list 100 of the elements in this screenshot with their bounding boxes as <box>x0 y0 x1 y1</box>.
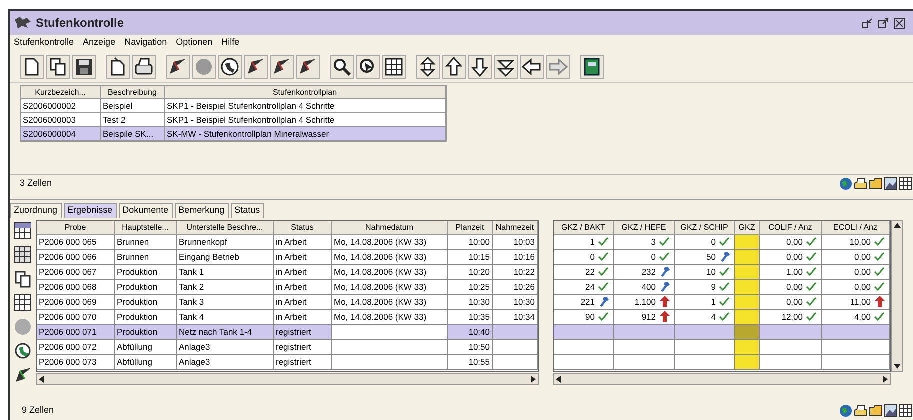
horizontal-scrollbar[interactable] <box>36 373 539 385</box>
copy-icon[interactable] <box>14 270 32 288</box>
table-row[interactable]: P2006 000 065 Brunnen Brunnenkopf in Arbeit Mo, 14.08.2006 (KW 33) 10:00 10:03 <box>37 235 538 250</box>
table-row[interactable]: S2006000002 Beispiel SKP1 - Beispiel Stufenkontrollplan 4 Schritte <box>21 99 446 113</box>
toolbar-button[interactable] <box>330 54 354 78</box>
maximize-icon[interactable] <box>878 18 889 28</box>
table-row[interactable]: 24 400 9 0,00 0,00 <box>554 280 890 295</box>
toolbar-button[interactable] <box>270 54 294 78</box>
check-icon <box>598 281 610 293</box>
table-row[interactable]: P2006 000 066 Brunnen Eingang Betrieb in Arbeit Mo, 14.08.2006 (KW 33) 10:15 10:16 <box>37 250 538 265</box>
toolbar-button[interactable] <box>416 54 440 78</box>
table-cell: in Arbeit <box>274 265 332 279</box>
column-header[interactable]: Planzeit <box>448 221 493 234</box>
scroll-right-icon[interactable] <box>531 376 536 382</box>
toolbar-button[interactable] <box>166 54 190 78</box>
table-row[interactable]: S2006000003 Test 2 SKP1 - Beispiel Stufenkontrollplan 4 Schritte <box>21 113 446 127</box>
image-icon[interactable] <box>884 404 898 418</box>
table-cell-text: 90 <box>586 311 595 324</box>
column-header[interactable]: Status <box>274 221 332 234</box>
toolbar-button[interactable] <box>106 54 130 78</box>
column-header[interactable]: Unterstelle Beschre... <box>177 221 274 234</box>
table-icon[interactable] <box>14 294 32 312</box>
toolbar-button[interactable] <box>72 54 96 78</box>
table-row[interactable]: P2006 000 072 Abfüllung Anlage3 registriert 10:50 <box>37 340 538 355</box>
tab[interactable]: Zuordnung <box>10 203 62 218</box>
toolbar-button[interactable] <box>494 54 518 78</box>
toolbar-button[interactable] <box>468 54 492 78</box>
pen-icon[interactable] <box>14 366 32 384</box>
scroll-left-icon[interactable] <box>556 376 561 382</box>
table-row[interactable] <box>554 340 890 355</box>
toolbar-button[interactable] <box>46 54 70 78</box>
table-icon[interactable] <box>14 246 32 264</box>
column-header[interactable]: GKZ / BAKT <box>554 221 614 234</box>
table-row[interactable]: P2006 000 071 Produktion Netz nach Tank 1-4 registriert 10:40 <box>37 325 538 340</box>
minimize-icon[interactable] <box>862 18 873 28</box>
close-icon[interactable] <box>894 18 905 28</box>
column-header[interactable]: Nahmezeit <box>493 221 538 234</box>
table-row[interactable]: 1 3 0 0,00 10,00 <box>554 235 890 250</box>
down-arrow-icon <box>469 56 491 78</box>
column-header[interactable]: Probe <box>37 221 115 234</box>
table-row[interactable]: P2006 000 067 Produktion Tank 1 in Arbeit Mo, 14.08.2006 (KW 33) 10:20 10:22 <box>37 265 538 280</box>
table-cell: Mo, 14.08.2006 (KW 33) <box>332 310 448 324</box>
vertical-scrollbar[interactable] <box>891 220 903 372</box>
image-icon[interactable] <box>884 176 898 190</box>
toolbar-button[interactable] <box>382 54 406 78</box>
table-cell-text: 1 <box>590 236 595 249</box>
horizontal-scrollbar[interactable] <box>553 373 891 385</box>
table-row[interactable]: 0 0 50 0,00 0,00 <box>554 250 890 265</box>
toolbar-button[interactable] <box>244 54 268 78</box>
table-icon[interactable] <box>14 222 32 240</box>
toolbar-button[interactable] <box>520 54 544 78</box>
column-header[interactable]: Hauptstelle... <box>115 221 177 234</box>
column-header[interactable]: Beschreibung <box>101 86 165 98</box>
scroll-down-icon[interactable] <box>894 364 900 369</box>
table-cell: Tank 1 <box>177 265 274 279</box>
tab[interactable]: Ergebnisse <box>64 203 117 218</box>
table-cell: Netz nach Tank 1-4 <box>177 325 274 339</box>
column-header[interactable]: GKZ / SCHIP <box>675 221 735 234</box>
table-row[interactable]: P2006 000 069 Produktion Tank 3 in Arbeit Mo, 14.08.2006 (KW 33) 10:30 10:30 <box>37 295 538 310</box>
table-cell: in Arbeit <box>274 250 332 264</box>
folder-icon[interactable] <box>869 404 883 418</box>
column-header[interactable]: COLIF / Anz <box>760 221 822 234</box>
print-icon[interactable] <box>854 404 868 418</box>
table-row[interactable]: P2006 000 070 Produktion Tank 4 in Arbeit Mo, 14.08.2006 (KW 33) 10:35 10:34 <box>37 310 538 325</box>
toolbar-button[interactable] <box>356 54 380 78</box>
menu-item[interactable]: Stufenkontrolle <box>14 36 74 50</box>
toolbar-button[interactable] <box>442 54 466 78</box>
scroll-left-icon[interactable] <box>39 376 44 382</box>
menu-item[interactable]: Hilfe <box>222 36 240 50</box>
column-header[interactable]: GKZ <box>735 221 760 234</box>
column-header[interactable]: ECOLI / Anz <box>822 221 890 234</box>
toolbar-button[interactable] <box>580 54 604 78</box>
table-row[interactable]: S2006000004 Beispile SK... SK-MW - Stufenkontrollplan Mineralwasser <box>21 127 446 141</box>
column-header[interactable]: Stufenkontrollplan <box>165 86 446 98</box>
table-icon[interactable] <box>899 176 913 190</box>
tab[interactable]: Status <box>230 203 264 218</box>
tab[interactable]: Bemerkung <box>174 203 229 218</box>
table-row[interactable]: 221 1.100 1 0,00 11,00 <box>554 295 890 310</box>
table-row[interactable]: P2006 000 068 Produktion Tank 2 in Arbeit Mo, 14.08.2006 (KW 33) 10:25 10:26 <box>37 280 538 295</box>
table-row[interactable]: 22 232 10 1,00 0,00 <box>554 265 890 280</box>
scroll-right-icon[interactable] <box>883 376 888 382</box>
menu-item[interactable]: Optionen <box>176 36 213 50</box>
table-icon[interactable] <box>899 404 913 418</box>
column-header[interactable]: Nahmedatum <box>332 221 448 234</box>
menu-item[interactable]: Anzeige <box>83 36 116 50</box>
check-icon <box>598 266 610 278</box>
table-cell-text: 10 <box>706 266 716 279</box>
folder-icon[interactable] <box>869 176 883 190</box>
table-row[interactable]: P2006 000 073 Abfüllung Anlage3 registriert 10:55 <box>37 355 538 370</box>
tab[interactable]: Dokumente <box>118 203 173 218</box>
table-row[interactable]: 90 912 4 12,00 4,00 <box>554 310 890 325</box>
toolbar-button[interactable] <box>20 54 44 78</box>
column-header[interactable]: Kurzbezeich... <box>21 86 101 98</box>
toolbar-button[interactable] <box>296 54 320 78</box>
table-cell: Abfüllung <box>115 355 177 369</box>
toolbar-button[interactable] <box>132 54 156 78</box>
print-icon[interactable] <box>854 176 868 190</box>
scroll-up-icon[interactable] <box>894 223 900 228</box>
menu-item[interactable]: Navigation <box>124 36 168 50</box>
column-header[interactable]: GKZ / HEFE <box>614 221 675 234</box>
